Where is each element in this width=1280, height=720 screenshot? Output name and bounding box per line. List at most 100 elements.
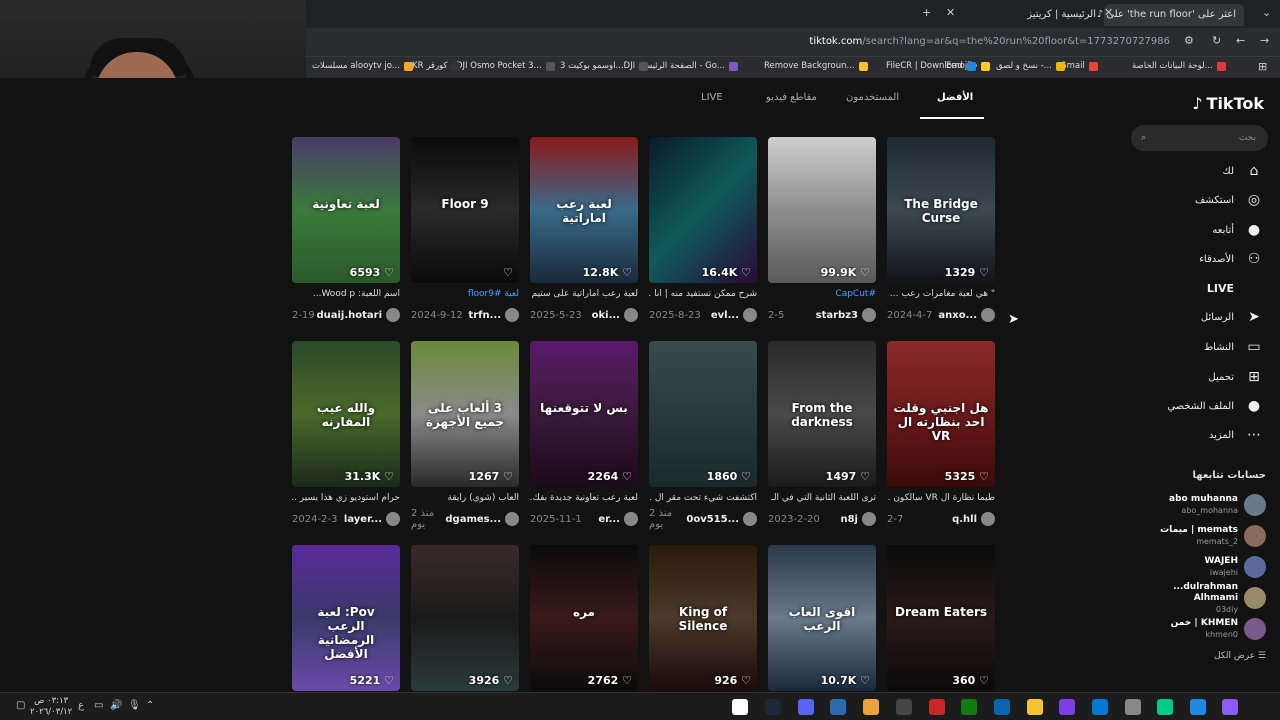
settings-icon[interactable] (1125, 699, 1141, 715)
bookmark-item[interactable]: اوسمو بوكيت 3...DJI (560, 61, 649, 71)
explorer-icon[interactable] (1027, 699, 1043, 715)
sidebar-item-home[interactable]: لك ⌂ (1124, 159, 1264, 183)
video-thumbnail[interactable]: اقوى العاب الرعب 10.7K ♡ (768, 545, 876, 691)
video-author[interactable]: trfn... (468, 308, 519, 322)
search-icon[interactable]: ⌕ (1141, 125, 1146, 151)
video-description[interactable]: " هي لعبة مغامرات رعب ... (887, 289, 995, 301)
video-card[interactable]: 16.4K ♡ شرح ممكن تستفيد منه | انا ... 2025… (649, 137, 757, 323)
sidebar-item-live[interactable]: LIVE (1124, 276, 1264, 300)
language-icon[interactable]: ع (78, 700, 84, 711)
app-icon[interactable] (1059, 699, 1075, 715)
video-thumbnail[interactable]: The Bridge Curse 1329 ♡ (887, 137, 995, 283)
new-tab-button[interactable]: + (922, 6, 931, 19)
video-card[interactable]: From the darkness 1497 ♡ ترى اللعبة الثاني… (768, 341, 876, 527)
video-thumbnail[interactable]: والله عيب المقارنه 31.3K ♡ (292, 341, 400, 487)
discord-icon[interactable] (798, 699, 814, 715)
apps-icon[interactable]: ⊞ (1258, 60, 1267, 73)
following-account[interactable]: abo muhanna abo_mohanna (1126, 490, 1266, 520)
video-card[interactable]: 99.9K ♡ #CapCut 2-5 starbz3 (768, 137, 876, 323)
sidebar-item-activity[interactable]: النشاط ▭ (1124, 335, 1264, 359)
notifications-icon[interactable]: ▢ (16, 700, 25, 711)
video-card[interactable]: King of Silence 926 ♡ (649, 545, 757, 691)
bookmark-item[interactable]: مسلسلات alooytv jo... (312, 61, 413, 71)
video-card[interactable]: 3 ألعاب على جميع الأجهزة 1267 ♡ ألعاب (شوي… (411, 341, 519, 530)
video-description[interactable]: ترى اللعبة الثانية التي في الـ ... (768, 493, 876, 505)
video-card[interactable]: 3926 ♡ (411, 545, 519, 691)
video-card[interactable]: مره 2762 ♡ (530, 545, 638, 691)
video-card[interactable]: Pov: لعبة الرعب الرمضانية الأفضل 5221 ♡ (292, 545, 400, 691)
sidebar-item-upload[interactable]: تحميل ⊞ (1124, 365, 1264, 389)
video-author[interactable]: 0ov515... (686, 512, 757, 526)
tab-users[interactable]: المستخدمون (846, 92, 899, 103)
back-icon[interactable]: → (1260, 34, 1269, 47)
video-description[interactable]: حرام استوديو زي هذا يسير ... (292, 493, 400, 505)
video-card[interactable]: Dream Eaters 360 ♡ (887, 545, 995, 691)
sidebar-item-more[interactable]: المزيد ⋯ (1124, 423, 1264, 447)
video-author[interactable]: n8j (840, 512, 876, 526)
address-bar[interactable]: → ← ↻ ⚙ tiktok.com/search?lang=ar&q=the%… (306, 28, 1280, 56)
sidebar-item-messages[interactable]: الرسائل ➤ (1124, 305, 1264, 329)
video-author[interactable]: starbz3 (816, 308, 876, 322)
bookmark-item[interactable]: KR كورقر (412, 61, 461, 71)
video-author[interactable]: q.hll (952, 512, 995, 526)
video-author[interactable]: dgames... (445, 512, 519, 526)
see-all-link[interactable]: عرض الكل ☰ (1214, 651, 1266, 661)
video-thumbnail[interactable]: From the darkness 1497 ♡ (768, 341, 876, 487)
video-thumbnail[interactable]: مره 2762 ♡ (530, 545, 638, 691)
video-author[interactable]: duaij.hotari (316, 308, 400, 322)
bookmark-item[interactable]: DJI Osmo Pocket 3... (456, 61, 555, 71)
windows-start-icon[interactable] (732, 699, 748, 715)
store-icon[interactable] (1092, 699, 1108, 715)
following-account[interactable]: WAJEH iwajehi (1126, 552, 1266, 582)
bookmark-item[interactable]: لوحة البيانات الخاصة... (1132, 61, 1226, 71)
video-description[interactable]: ألعاب (شوي) رايقة (411, 493, 519, 505)
tiktok-logo[interactable]: ♪ TikTok (1192, 94, 1264, 113)
video-description[interactable]: اكتشفت شيء تحت مقر ال ... (649, 493, 757, 505)
bookmark-item[interactable]: FileCR | Download (886, 61, 976, 71)
video-thumbnail[interactable]: Dream Eaters 360 ♡ (887, 545, 995, 691)
video-card[interactable]: لعبة رعب اماراتية 12.8K ♡ لعبة رعب اماراتي… (530, 137, 638, 323)
video-card[interactable]: لعبة تعاونية 6593 ♡ اسم اللعبة: Wood p... 2… (292, 137, 400, 323)
tray-chevron-icon[interactable]: ⌃ (146, 700, 154, 711)
video-thumbnail[interactable]: King of Silence 926 ♡ (649, 545, 757, 691)
sidebar-item-avatar[interactable]: أتابعه ● (1124, 218, 1264, 242)
video-description[interactable]: طيما نظارة ال VR سالكون ... (887, 493, 995, 505)
video-description[interactable]: #CapCut (768, 289, 876, 301)
close-tab-icon[interactable]: ✕ (1104, 6, 1113, 19)
video-card[interactable]: هل اجنبي وقلت احد بنظارته ال VR 5325 ♡ طيم… (887, 341, 995, 527)
app2-icon[interactable] (1190, 699, 1206, 715)
edge-icon[interactable] (1157, 699, 1173, 715)
following-account[interactable]: ميمات | memats memats_2 (1126, 521, 1266, 551)
sidebar-item-compass[interactable]: استكشف ◎ (1124, 188, 1264, 212)
following-account[interactable]: خمن | KHMEN khmen0 (1126, 614, 1266, 644)
bookmark-item[interactable]: Remove Backgroun... (764, 61, 868, 71)
video-author[interactable]: layer... (344, 512, 400, 526)
video-description[interactable]: لعبة #floor9 (411, 289, 519, 301)
video-thumbnail[interactable]: هل اجنبي وقلت احد بنظارته ال VR 5325 ♡ (887, 341, 995, 487)
xbox-icon[interactable] (961, 699, 977, 715)
copilot-icon[interactable] (1222, 699, 1238, 715)
tab-tiktok-search[interactable]: اعثر على 'the run floor' على ♪ (1097, 4, 1244, 26)
video-card[interactable]: والله عيب المقارنه 31.3K ♡ حرام استوديو زي… (292, 341, 400, 527)
video-thumbnail[interactable]: 3 ألعاب على جميع الأجهزة 1267 ♡ (411, 341, 519, 487)
video-description[interactable]: لعبة رعب تعاونية جديدة بفك... (530, 493, 638, 505)
forward-icon[interactable]: ← (1236, 34, 1245, 47)
steam-icon[interactable] (765, 699, 781, 715)
video-thumbnail[interactable]: 3926 ♡ (411, 545, 519, 691)
mic-icon[interactable]: 🎙 (128, 700, 141, 711)
sidebar-item-profile[interactable]: الملف الشخصي ● (1124, 394, 1264, 418)
video-author[interactable]: evl... (711, 308, 757, 322)
video-author[interactable]: anxo... (938, 308, 995, 322)
video-thumbnail[interactable]: 16.4K ♡ (649, 137, 757, 283)
tab-dropdown-icon[interactable]: ⌄ (1262, 6, 1271, 19)
video-card[interactable]: بس لا تتوقعنها 2264 ♡ لعبة رعب تعاونية جدي… (530, 341, 638, 527)
video-card[interactable]: Floor 9 ♡ لعبة #floor9 2024-9-12 trfn... (411, 137, 519, 323)
bookmark-item[interactable]: الصفحة الرئيسية - Go... (638, 61, 738, 71)
clock[interactable]: ٠٣:١٣ ص ٢٠٢٦/٠٣/١٢ (30, 696, 72, 718)
search-input[interactable]: بحث ⌕ (1131, 125, 1268, 151)
close-tab-icon[interactable]: ✕ (946, 6, 955, 19)
tab-live[interactable]: LIVE (701, 92, 723, 103)
sidebar-item-friends[interactable]: الأصدقاء ⚇ (1124, 247, 1264, 271)
video-description[interactable]: اسم اللعبة: Wood p... (292, 289, 400, 301)
tab-creators-home[interactable]: الرئيسية | كريتيز (1006, 4, 1096, 26)
